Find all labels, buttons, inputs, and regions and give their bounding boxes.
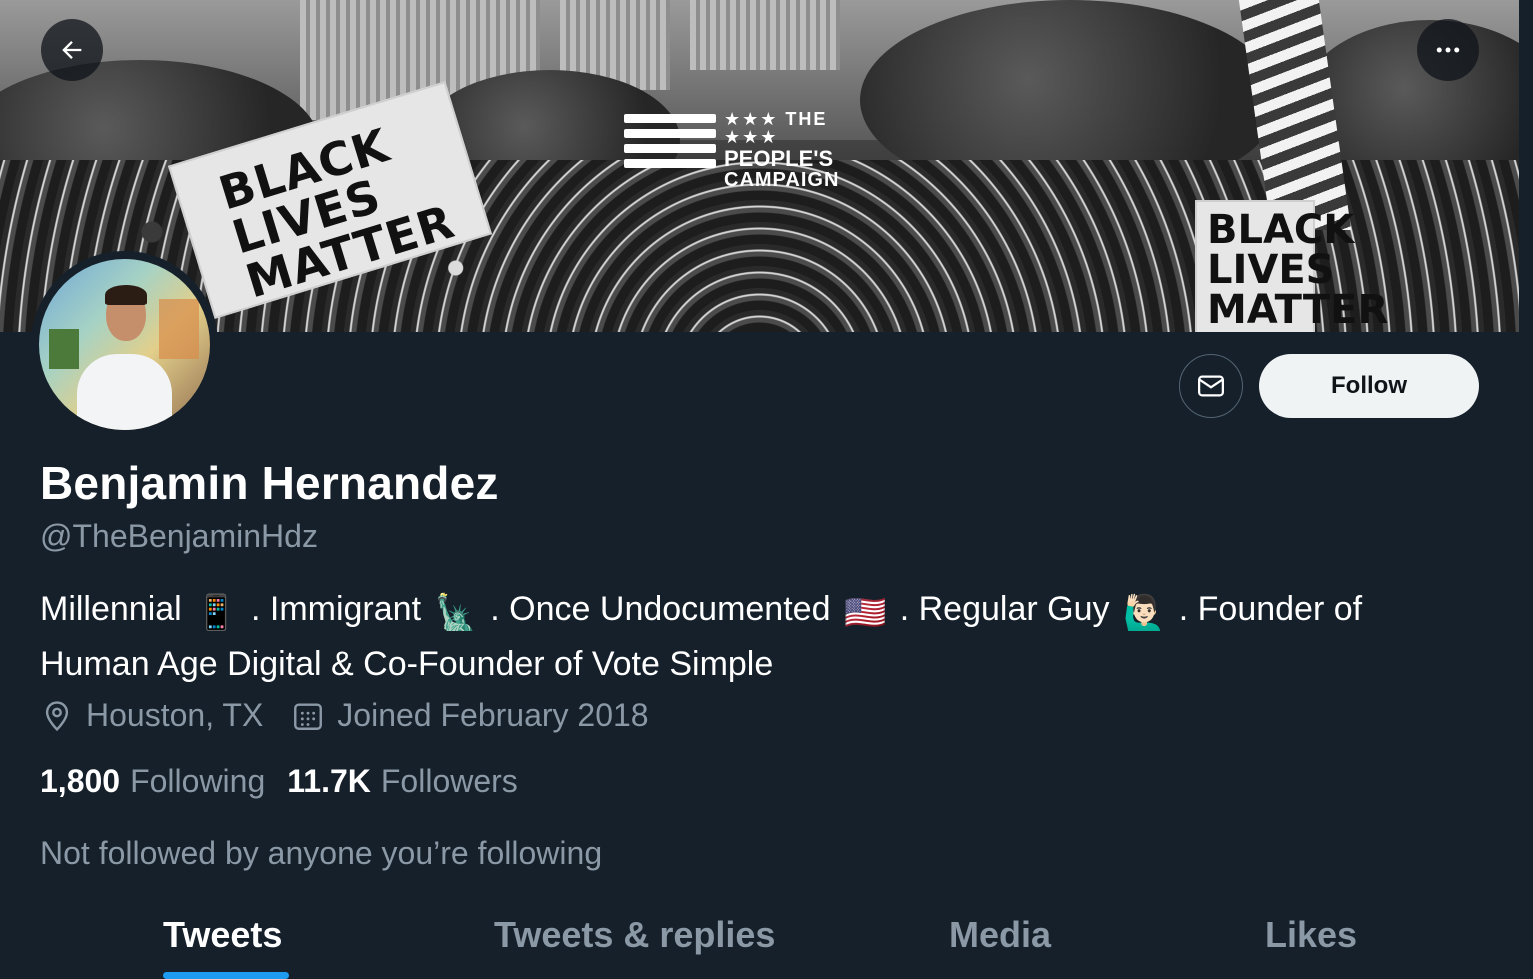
banner-sign-right: BLACK LIVES MATTER (1195, 200, 1388, 332)
following-label: Following (130, 763, 266, 799)
campaign-logo-line3: CAMPAIGN (724, 169, 840, 191)
location-pin-icon (45, 700, 69, 731)
raising-hand-icon: 🙋🏻‍♂️ (1122, 594, 1166, 632)
profile-tabs: Tweets Tweets & replies Media Likes (0, 900, 1519, 979)
profile-banner[interactable]: BLACK LIVES MATTER BLACK LIVES MATTER ★★… (0, 0, 1519, 332)
followers-label: Followers (380, 763, 518, 799)
profile-handle: @TheBenjaminHdz (40, 518, 318, 554)
follow-counts: 1,800 Following 11.7K Followers (40, 763, 540, 800)
tab-tweets[interactable]: Tweets (163, 914, 282, 956)
profile-joined: Joined February 2018 (291, 697, 649, 734)
campaign-logo-line2: PEOPLE'S (724, 146, 834, 171)
calendar-icon (294, 702, 323, 730)
campaign-logo-stripes (624, 114, 716, 174)
arrow-left-icon (62, 41, 82, 59)
more-options-button[interactable] (1417, 19, 1479, 81)
following-link[interactable]: 1,800 Following (40, 763, 265, 800)
avatar-photo (39, 259, 210, 430)
followers-count: 11.7K (287, 763, 371, 799)
tab-media[interactable]: Media (949, 914, 1051, 956)
campaign-logo-line1: ★★★ THE ★★★ (724, 109, 828, 147)
profile-page: BLACK LIVES MATTER BLACK LIVES MATTER ★★… (0, 0, 1533, 979)
joined-text: Joined February 2018 (337, 697, 649, 733)
campaign-logo: ★★★ THE ★★★ PEOPLE'S CAMPAIGN (624, 109, 874, 190)
bio-text: . Regular Guy (899, 590, 1110, 628)
tab-tweets-and-replies[interactable]: Tweets & replies (494, 914, 775, 956)
following-count: 1,800 (40, 763, 121, 799)
not-followed-notice: Not followed by anyone you’re following (40, 835, 603, 871)
us-flag-icon: 🇺🇸 (843, 594, 887, 632)
statue-of-liberty-icon: 🗽 (434, 594, 477, 632)
profile-meta: Houston, TX Joined February 2018 (40, 697, 677, 734)
profile-location: Houston, TX (40, 697, 263, 734)
envelope-icon (1198, 375, 1224, 397)
bio-text: . Once Undocumented (490, 590, 831, 628)
bio-text: Millennial (40, 590, 182, 628)
mobile-phone-icon: 📱 (195, 594, 238, 632)
banner-building (690, 0, 840, 70)
active-tab-indicator (163, 972, 289, 979)
location-text: Houston, TX (86, 697, 264, 733)
profile-name: Benjamin Hernandez (40, 457, 499, 509)
follow-button[interactable]: Follow (1259, 354, 1479, 418)
more-horizontal-icon (1436, 47, 1460, 53)
profile-bio: Millennial 📱 . Immigrant 🗽 . Once Undocu… (40, 584, 1480, 690)
tab-likes[interactable]: Likes (1265, 914, 1357, 956)
avatar[interactable] (31, 251, 218, 438)
followers-link[interactable]: 11.7K Followers (287, 763, 518, 800)
message-button[interactable] (1179, 354, 1243, 418)
bio-text: . Immigrant (250, 590, 422, 628)
back-button[interactable] (41, 19, 103, 81)
